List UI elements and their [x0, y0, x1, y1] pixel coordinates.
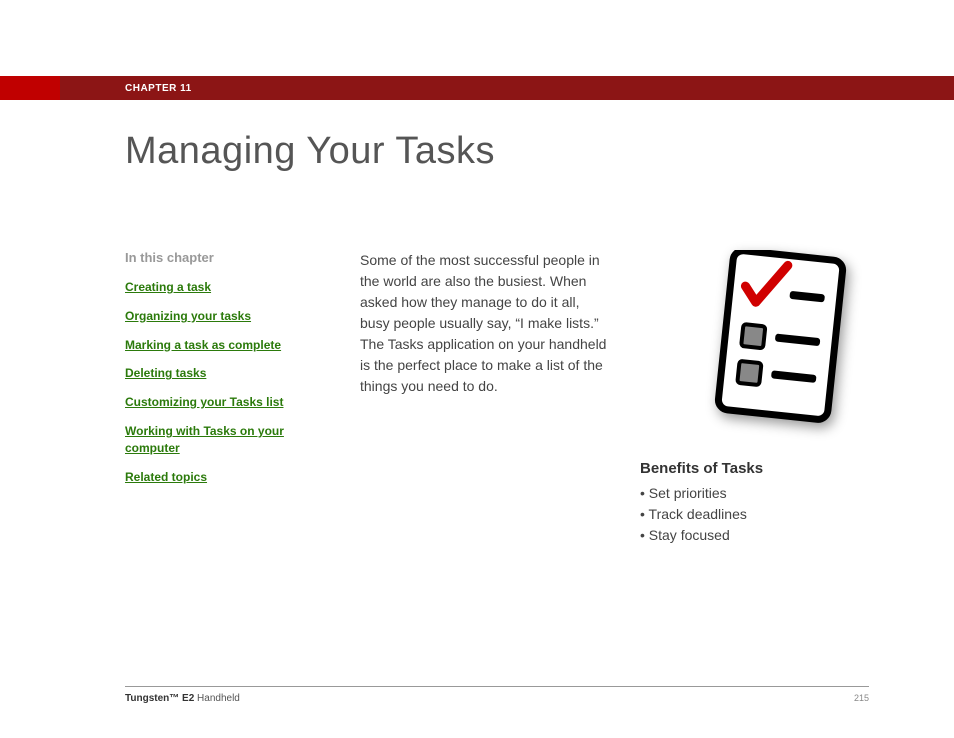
checklist-icon [710, 250, 850, 430]
sidebar-heading: In this chapter [125, 250, 320, 265]
header-accent-stripe [0, 76, 60, 100]
main-column: Some of the most successful people in th… [360, 250, 869, 546]
benefits-heading: Benefits of Tasks [640, 460, 763, 477]
sidebar-link-related-topics[interactable]: Related topics [125, 469, 320, 486]
right-column: Benefits of Tasks • Set priorities • Tra… [640, 250, 869, 546]
sidebar-link-working-computer[interactable]: Working with Tasks on your computer [125, 423, 320, 457]
footer-page-number: 215 [854, 693, 869, 703]
benefit-item: • Set priorities [640, 483, 747, 504]
sidebar-link-organizing-tasks[interactable]: Organizing your tasks [125, 308, 320, 325]
content-area: In this chapter Creating a task Organizi… [125, 250, 869, 546]
benefits-list: • Set priorities • Track deadlines • Sta… [640, 483, 747, 546]
chapter-header-bar: CHAPTER 11 [0, 76, 954, 100]
sidebar-link-creating-task[interactable]: Creating a task [125, 279, 320, 296]
sidebar-link-marking-complete[interactable]: Marking a task as complete [125, 337, 320, 354]
intro-paragraph: Some of the most successful people in th… [360, 250, 610, 546]
benefit-item: • Track deadlines [640, 504, 747, 525]
in-this-chapter-sidebar: In this chapter Creating a task Organizi… [125, 250, 320, 546]
sidebar-link-deleting-tasks[interactable]: Deleting tasks [125, 365, 320, 382]
page-footer: Tungsten™ E2 Handheld 215 [125, 686, 869, 704]
benefit-item: • Stay focused [640, 525, 747, 546]
footer-product-name: Tungsten™ E2 Handheld [125, 693, 240, 704]
sidebar-link-customizing-list[interactable]: Customizing your Tasks list [125, 394, 320, 411]
chapter-label: CHAPTER 11 [125, 83, 192, 94]
page-title: Managing Your Tasks [125, 130, 495, 173]
